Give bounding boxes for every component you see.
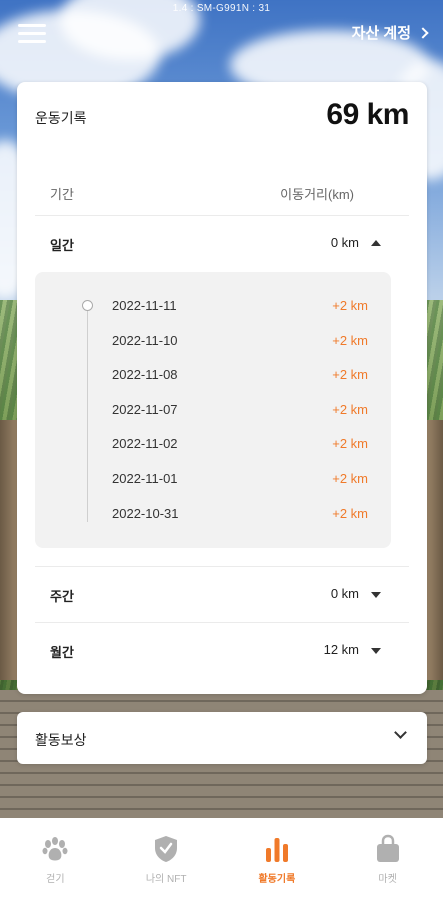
bar-chart-icon xyxy=(265,838,288,862)
monthly-label: 월간 xyxy=(50,645,74,660)
caret-up-icon xyxy=(371,240,381,246)
nav-activity-record[interactable]: 활동기록 xyxy=(227,834,327,885)
caret-down-icon xyxy=(371,592,381,598)
daily-value: 0 km xyxy=(330,235,359,250)
entry-km: +2 km xyxy=(332,333,368,348)
nav-label: 활동기록 xyxy=(258,874,296,885)
nav-market[interactable]: 마켓 xyxy=(338,834,438,885)
status-bar: 1.4 : SM-G991N : 31 xyxy=(172,3,271,14)
entry-date: 2022-11-02 xyxy=(112,436,178,451)
daily-entry: 2022-11-08 +2 km xyxy=(112,367,368,387)
weekly-value: 0 km xyxy=(330,586,359,601)
daily-history-panel: 2022-11-11 +2 km 2022-11-10 +2 km 2022-1… xyxy=(35,272,391,548)
daily-entry: 2022-11-11 +2 km xyxy=(112,298,368,318)
nav-my-nft[interactable]: 나의 NFT xyxy=(116,834,216,885)
timeline-dot xyxy=(82,300,93,311)
entry-km: +2 km xyxy=(332,367,368,382)
nav-walk[interactable]: 걷기 xyxy=(5,834,105,885)
nav-label: 나의 NFT xyxy=(145,874,187,885)
nav-label: 마켓 xyxy=(378,874,397,885)
weekly-section: 주간 0 km xyxy=(17,566,427,622)
paw-icon xyxy=(42,837,68,861)
railing-left xyxy=(0,420,18,680)
entry-km: +2 km xyxy=(332,298,368,313)
asset-account-link[interactable]: 자산 계정 xyxy=(351,22,429,43)
chevron-down-icon xyxy=(394,726,407,739)
asset-account-label: 자산 계정 xyxy=(351,25,411,42)
entry-km: +2 km xyxy=(332,506,368,521)
card-title: 운동기록 xyxy=(35,110,87,126)
timeline-line xyxy=(87,308,88,522)
entry-date: 2022-11-01 xyxy=(112,471,178,486)
daily-label: 일간 xyxy=(50,238,74,253)
entry-date: 2022-11-08 xyxy=(112,367,178,382)
daily-entry: 2022-11-01 +2 km xyxy=(112,471,368,491)
column-distance: 이동거리(km) xyxy=(280,187,354,202)
card-header: 운동기록 69 km xyxy=(17,82,427,152)
weekly-row[interactable]: 주간 0 km xyxy=(35,566,409,622)
monthly-section: 월간 12 km xyxy=(17,622,427,678)
column-header: 기간 이동거리(km) xyxy=(35,152,409,216)
reward-label: 활동보상 xyxy=(35,732,87,748)
entry-km: +2 km xyxy=(332,402,368,417)
monthly-value: 12 km xyxy=(323,642,359,657)
hamburger-menu-icon[interactable] xyxy=(18,22,46,44)
nav-label: 걷기 xyxy=(46,874,65,885)
railing-right xyxy=(427,420,443,680)
daily-entry: 2022-11-07 +2 km xyxy=(112,402,368,422)
entry-km: +2 km xyxy=(332,471,368,486)
activity-reward-card[interactable]: 활동보상 xyxy=(17,712,427,764)
shopping-bag-icon xyxy=(376,834,399,862)
shield-nft-icon xyxy=(155,836,178,862)
entry-date: 2022-11-07 xyxy=(112,402,178,417)
daily-entry: 2022-11-10 +2 km xyxy=(112,333,368,353)
weekly-label: 주간 xyxy=(50,589,74,604)
monthly-row[interactable]: 월간 12 km xyxy=(35,622,409,678)
entry-date: 2022-11-10 xyxy=(112,333,178,348)
entry-km: +2 km xyxy=(332,436,368,451)
column-period: 기간 xyxy=(50,187,74,202)
caret-down-icon xyxy=(371,648,381,654)
entry-date: 2022-10-31 xyxy=(112,506,179,521)
daily-entry: 2022-10-31 +2 km xyxy=(112,506,368,526)
daily-row[interactable]: 일간 0 km xyxy=(35,216,409,272)
entry-date: 2022-11-11 xyxy=(112,298,177,313)
total-distance: 69 km xyxy=(326,98,409,131)
bottom-nav: 걷기 나의 NFT 활동기록 마켓 xyxy=(0,818,443,900)
daily-entry: 2022-11-02 +2 km xyxy=(112,436,368,456)
chevron-right-icon xyxy=(417,26,429,39)
